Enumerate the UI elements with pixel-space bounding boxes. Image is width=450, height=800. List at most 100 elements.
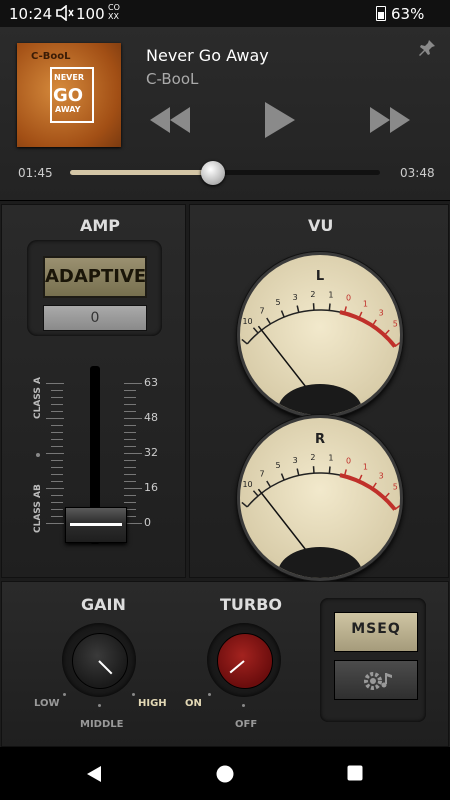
gain-knob-well	[62, 623, 136, 697]
amp-scale-tick-right	[124, 446, 136, 447]
vu-tick-label: 5	[393, 319, 398, 328]
amp-scale-tick-right	[124, 460, 136, 461]
vu-tick	[266, 480, 272, 488]
amp-scale-tick-left	[51, 446, 63, 447]
album-art-artist: C-BooL	[31, 51, 71, 62]
recents-icon[interactable]	[347, 765, 363, 785]
amp-slider-knob[interactable]	[65, 507, 127, 543]
gain-middle-label[interactable]: MIDDLE	[80, 719, 123, 730]
back-icon[interactable]	[85, 765, 103, 787]
vu-needle-hub	[278, 384, 362, 415]
vu-tick	[383, 329, 390, 336]
amp-scale-tick-left	[51, 397, 63, 398]
amp-scale-tick-left	[51, 509, 63, 510]
player-panel: C-BooL NEVER GO AWAY Never Go Away C-Boo…	[0, 27, 450, 201]
amp-scale-tick-left	[46, 383, 64, 384]
vu-meter-left-dial: 2010753210135+	[240, 290, 400, 415]
amp-scale-tick-right	[124, 453, 142, 454]
vu-tick	[328, 303, 331, 311]
turbo-knob[interactable]	[217, 633, 273, 689]
turbo-off-label[interactable]: OFF	[235, 719, 257, 730]
status-battery: 63%	[391, 5, 425, 23]
status-time: 10:24	[9, 5, 53, 23]
vu-red-zone	[339, 473, 397, 511]
amp-scale-tick-right	[124, 488, 142, 489]
side-buttons: MSEQ	[320, 598, 426, 722]
amp-scale-tick-left	[46, 488, 64, 489]
amp-scale-tick-left	[51, 432, 63, 433]
seek-bar-fill	[70, 170, 213, 175]
vu-panel: VU L 2010753210135+ R 2010753210135+	[189, 204, 449, 581]
class-a-label: CLASS A	[33, 377, 43, 419]
seek-knob[interactable]	[200, 161, 225, 185]
battery-icon	[376, 6, 386, 21]
adaptive-value[interactable]: 0	[43, 305, 147, 331]
vu-title: VU	[308, 216, 334, 235]
amp-scale-tick-right	[124, 411, 136, 412]
gain-high-dot	[132, 693, 135, 696]
seek-bar[interactable]	[70, 161, 380, 185]
amp-scale-tick-left	[51, 390, 63, 391]
adaptive-group: ADAPTIVE 0	[27, 240, 162, 336]
vu-tick	[280, 310, 285, 318]
amp-panel: AMP ADAPTIVE 0 63 48 32 16 0 CLASS A CLASS A…	[1, 204, 186, 578]
gain-low-label[interactable]: LOW	[34, 698, 60, 709]
amp-title: AMP	[80, 216, 121, 235]
gain-high-label[interactable]: HIGH	[138, 698, 167, 709]
album-art[interactable]: C-BooL NEVER GO AWAY	[17, 43, 121, 147]
amp-scale-number: 48	[144, 411, 158, 424]
gain-middle-dot	[98, 704, 101, 707]
vu-tick-label: 3	[379, 471, 384, 480]
vu-tick-label: 7	[260, 469, 265, 478]
vu-meter-right-dial: 2010753210135+	[240, 453, 400, 578]
adaptive-button[interactable]: ADAPTIVE	[43, 256, 147, 298]
vu-tick-label: 7	[260, 306, 265, 315]
amp-scale-tick-right	[124, 418, 142, 419]
turbo-title: TURBO	[220, 595, 283, 614]
pin-icon[interactable]	[418, 39, 436, 61]
vu-tick-label: 3	[293, 293, 298, 302]
class-divider-dot	[36, 453, 40, 457]
vu-tick-label: 3	[293, 456, 298, 465]
amp-scale-tick-left	[51, 411, 63, 412]
amp-scale-tick-left	[51, 495, 63, 496]
previous-button[interactable]	[148, 105, 192, 139]
song-artist: C-BooL	[146, 70, 199, 88]
vu-tick-label: 1	[363, 463, 368, 472]
status-cx-icon: CO XX	[108, 3, 120, 21]
amp-scale-tick-right	[124, 502, 136, 503]
amp-scale-number: 32	[144, 446, 158, 459]
album-art-away: AWAY	[55, 105, 81, 114]
vu-tick-label: 1	[328, 291, 333, 300]
amp-scale-tick-left	[51, 474, 63, 475]
amp-scale-tick-right	[124, 397, 136, 398]
vu-tick	[252, 490, 259, 497]
vu-tick-label: 5	[276, 298, 281, 307]
vu-tick-label: 10	[242, 480, 252, 489]
mseq-button[interactable]: MSEQ	[334, 612, 418, 652]
status-volume: 100	[76, 5, 105, 23]
amp-scale-tick-left	[51, 481, 63, 482]
gain-knob[interactable]	[72, 633, 128, 689]
vu-tick	[266, 317, 272, 325]
next-button[interactable]	[368, 105, 412, 139]
amp-scale-tick-right	[124, 432, 136, 433]
vu-tick-label: 2	[310, 453, 315, 462]
vu-tick	[252, 327, 259, 334]
home-icon[interactable]	[216, 765, 234, 787]
amp-scale-tick-left	[46, 523, 64, 524]
amp-scale-tick-left	[51, 516, 63, 517]
amp-scale-tick-right	[124, 467, 136, 468]
sound-settings-button[interactable]	[334, 660, 418, 700]
vu-tick	[241, 501, 248, 508]
album-art-never: NEVER	[54, 73, 84, 82]
amp-scale-tick-left	[51, 404, 63, 405]
turbo-off-dot	[242, 704, 245, 707]
gear-music-icon	[362, 669, 396, 697]
play-button[interactable]	[263, 100, 297, 144]
amp-scale-tick-right	[124, 495, 136, 496]
current-time: 01:45	[18, 166, 53, 180]
amp-scale-tick-right	[124, 425, 136, 426]
turbo-on-label[interactable]: ON	[185, 698, 202, 709]
amp-scale-tick-left	[51, 467, 63, 468]
